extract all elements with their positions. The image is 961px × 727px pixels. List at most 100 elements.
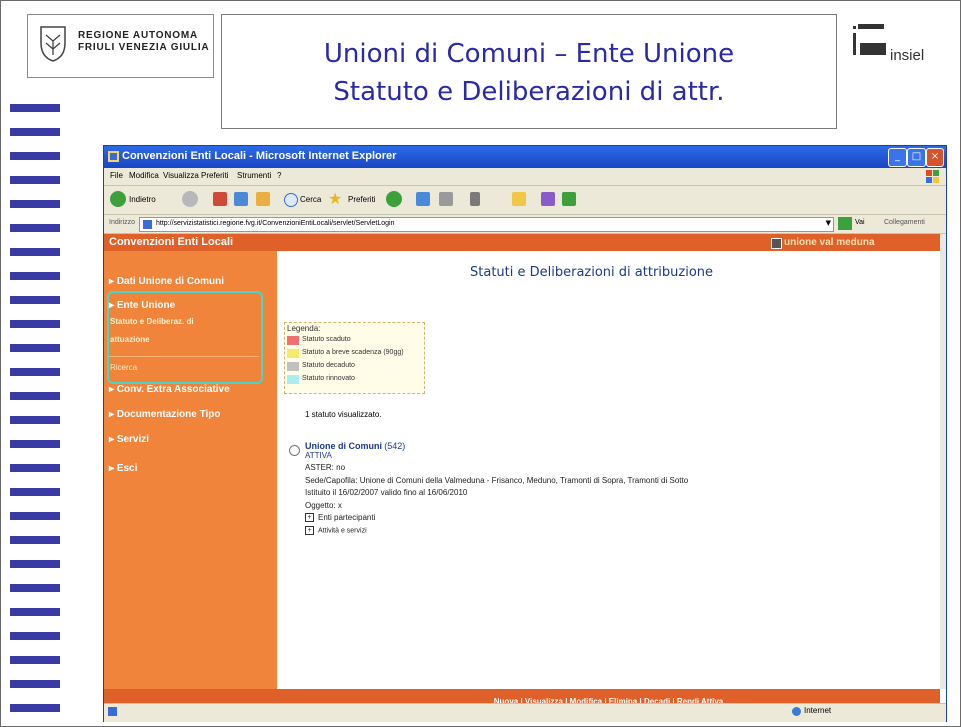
legend-swatch-scaduto: [287, 336, 299, 345]
page-title: Statuti e Deliberazioni di attribuzione: [470, 265, 714, 280]
legend-label-breve: Statuto a breve scadenza (90gg): [302, 349, 404, 356]
decorative-stripe: [10, 392, 60, 400]
sidebar-separator: [109, 356, 259, 357]
app-title: Convenzioni Enti Locali: [109, 236, 234, 248]
menu-help[interactable]: ?: [277, 171, 281, 180]
sidebar-sub-label: Statuto e Deliberaz. di: [110, 317, 194, 326]
forward-icon[interactable]: [182, 191, 198, 207]
decorative-stripe: [10, 464, 60, 472]
menu-preferiti[interactable]: Preferiti: [201, 171, 229, 180]
slide-title-line-1: Unioni di Comuni – Ente Unione: [323, 39, 735, 69]
legend-label-scaduto: Statuto scaduto: [302, 336, 351, 343]
refresh-icon[interactable]: [234, 192, 248, 206]
decorative-stripe: [10, 128, 60, 136]
decorative-stripe: [10, 680, 60, 688]
edit-icon[interactable]: [470, 192, 480, 206]
sidebar-item-conv-extra[interactable]: ▸ Conv. Extra Associative: [109, 384, 230, 395]
home-icon[interactable]: [256, 192, 270, 206]
page-status-icon: [108, 707, 117, 716]
history-icon[interactable]: [386, 191, 402, 207]
record-id: (542): [384, 441, 406, 451]
sidebar-label: Servizi: [116, 434, 150, 445]
record-istituto: Istituito il 16/02/2007 valido fino al 1…: [305, 488, 468, 497]
main-content: Statuti e Deliberazioni di attribuzione …: [277, 251, 940, 689]
go-label[interactable]: Vai: [855, 219, 865, 226]
menu-modifica[interactable]: Modifica: [129, 171, 159, 180]
messenger-icon[interactable]: [541, 192, 555, 206]
search-icon[interactable]: [284, 193, 298, 207]
record-title-line: Unione di Comuni (542): [305, 441, 405, 451]
decorative-stripe: [10, 368, 60, 376]
close-button[interactable]: ×: [926, 148, 944, 167]
folder-icon[interactable]: [512, 192, 526, 206]
maximize-button[interactable]: □: [907, 148, 926, 167]
stop-icon[interactable]: [213, 192, 227, 206]
decorative-stripe: [10, 440, 60, 448]
go-arrow-icon[interactable]: [838, 217, 852, 230]
decorative-stripe: [10, 560, 60, 568]
vertical-scrollbar[interactable]: [940, 234, 946, 689]
ie-menubar: File Modifica Visualizza Preferiti Strum…: [104, 168, 946, 186]
logo-line-1: REGIONE AUTONOMA: [78, 30, 199, 41]
insiel-brand-label: insiel: [890, 47, 925, 64]
sidebar-subitem-statuto[interactable]: Statuto e Deliberaz. di attuazione: [110, 317, 194, 344]
decorative-stripe: [10, 344, 60, 352]
menu-file[interactable]: File: [110, 171, 123, 180]
legend: Legenda: Statuto scaduto Statuto a breve…: [284, 322, 425, 394]
menu-strumenti[interactable]: Strumenti: [237, 171, 271, 180]
decorative-stripe: [10, 512, 60, 520]
decorative-stripe: [10, 224, 60, 232]
favorites-star-icon[interactable]: ★: [328, 189, 342, 208]
menu-visualizza[interactable]: Visualizza: [163, 171, 199, 180]
sidebar: ▸ Dati Unione di Comuni ▸ Ente Unione St…: [104, 251, 277, 689]
record-attivita-link[interactable]: + Attività e servizi: [305, 526, 367, 535]
enti-label: Enti partecipanti: [318, 513, 376, 522]
decorative-stripe: [10, 200, 60, 208]
ie-window: Convenzioni Enti Locali - Microsoft Inte…: [103, 145, 947, 722]
expand-icon[interactable]: +: [305, 526, 314, 535]
result-count: 1 statuto visualizzato.: [305, 410, 382, 419]
sidebar-label: Esci: [116, 463, 138, 474]
sidebar-subitem-ricerca[interactable]: Ricerca: [110, 363, 137, 372]
sidebar-item-ente-unione[interactable]: ▸ Ente Unione: [109, 300, 175, 311]
sidebar-item-dati-unione[interactable]: ▸ Dati Unione di Comuni: [109, 276, 224, 287]
address-url: http://servizistatistici.regione.fvg.it/…: [156, 220, 395, 227]
back-icon[interactable]: [110, 191, 126, 207]
sidebar-label: Ente Unione: [116, 300, 176, 311]
legend-label-decaduto: Statuto decaduto: [302, 362, 355, 369]
sidebar-sub-label: attuazione: [110, 335, 150, 344]
slide-title-line-2: Statuto e Deliberazioni di attr.: [333, 77, 725, 107]
ie-statusbar: Internet: [104, 703, 946, 722]
decorative-stripe: [10, 488, 60, 496]
mail-icon[interactable]: [416, 192, 430, 206]
region-emblem-icon: [40, 26, 66, 62]
favorites-label[interactable]: Preferiti: [348, 195, 376, 204]
search-label[interactable]: Cerca: [300, 195, 321, 204]
back-label[interactable]: Indietro: [129, 195, 156, 204]
sidebar-item-documentazione[interactable]: ▸ Documentazione Tipo: [109, 409, 221, 420]
decorative-stripe: [10, 656, 60, 664]
sidebar-item-esci[interactable]: ▸ Esci: [109, 463, 137, 474]
address-input[interactable]: http://servizistatistici.regione.fvg.it/…: [139, 217, 834, 232]
status-zone: Internet: [804, 706, 832, 715]
decorative-stripe: [10, 584, 60, 592]
region-logo-box: REGIONE AUTONOMA FRIULI VENEZIA GIULIA: [27, 14, 214, 78]
sidebar-label: Dati Unione di Comuni: [116, 276, 225, 287]
globe-icon: [792, 707, 801, 716]
decorative-stripe: [10, 296, 60, 304]
expand-icon[interactable]: +: [305, 513, 314, 523]
record-aster: ASTER: no: [305, 463, 346, 472]
links-label[interactable]: Collegamenti: [884, 219, 925, 226]
attivita-label: Attività e servizi: [318, 527, 367, 535]
print-icon[interactable]: [439, 192, 453, 206]
address-dropdown-icon[interactable]: ▼: [826, 219, 831, 227]
record-radio[interactable]: [289, 445, 300, 456]
sidebar-item-servizi[interactable]: ▸ Servizi: [109, 434, 149, 445]
page-icon: [143, 220, 152, 229]
decorative-stripe: [10, 104, 60, 112]
minimize-button[interactable]: _: [888, 148, 907, 167]
users-icon[interactable]: [562, 192, 576, 206]
decorative-stripe: [10, 632, 60, 640]
record-enti-link[interactable]: + Enti partecipanti: [305, 513, 376, 523]
ie-app-icon: [108, 151, 119, 162]
